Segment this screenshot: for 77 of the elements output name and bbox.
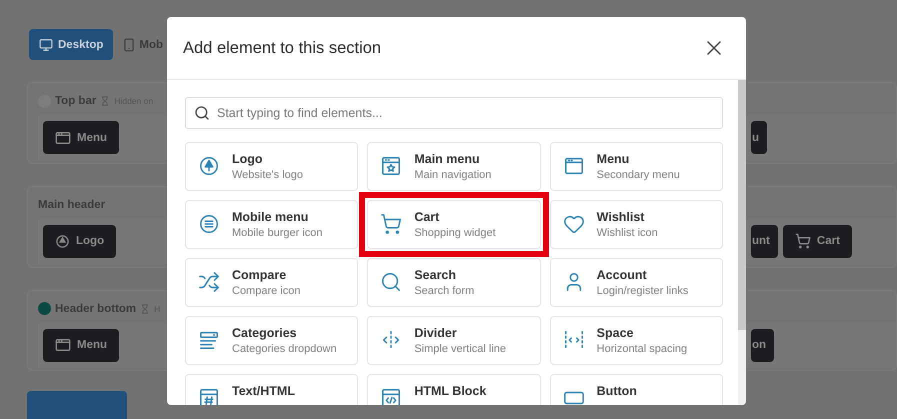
- window-icon: [562, 155, 585, 177]
- element-card[interactable]: Logo Website's logo: [185, 142, 358, 191]
- element-description: Search form: [414, 285, 474, 297]
- element-card[interactable]: Button: [550, 374, 723, 405]
- element-title: Compare: [232, 268, 288, 282]
- element-description: Horizontal spacing: [596, 343, 688, 355]
- element-card[interactable]: HTML Block: [367, 374, 541, 405]
- device-tab[interactable]: Desktop: [29, 29, 114, 60]
- element-chip[interactable]: Logo: [43, 224, 116, 258]
- categories-icon: [198, 329, 220, 351]
- element-title: Categories: [232, 326, 298, 340]
- element-card[interactable]: Space Horizontal spacing: [550, 316, 723, 365]
- element-card[interactable]: Main menu Main navigation: [367, 142, 541, 191]
- element-chip[interactable]: Menu: [43, 328, 120, 362]
- element-description: Simple vertical line: [414, 343, 506, 355]
- element-description: Mobile burger icon: [232, 227, 322, 239]
- element-title: Account: [596, 268, 648, 282]
- cart-icon: [794, 233, 811, 250]
- element-title: Cart: [414, 210, 440, 224]
- element-description: Login/register links: [596, 285, 688, 297]
- element-chip[interactable]: on: [751, 328, 774, 362]
- code-window-icon: [380, 387, 402, 405]
- element-description: Main navigation: [414, 169, 492, 181]
- spacing-icon: [562, 329, 585, 351]
- cart-icon: [380, 213, 402, 235]
- logo-icon: [55, 234, 70, 249]
- section-title: Header bottom: [55, 302, 136, 315]
- element-title: Wishlist: [596, 210, 646, 224]
- element-title: Mobile menu: [232, 210, 310, 224]
- hash-window-icon: [198, 387, 220, 405]
- search-icon: [380, 271, 402, 293]
- element-title: Menu: [596, 152, 630, 166]
- search-field[interactable]: Start typing to find elements...: [185, 97, 723, 129]
- element-card[interactable]: Cart Shopping widget: [367, 200, 541, 249]
- element-chip[interactable]: unt: [751, 224, 778, 258]
- dialog-title: Add element to this section: [183, 38, 382, 58]
- heart-icon: [562, 213, 585, 235]
- element-description: Wishlist icon: [596, 227, 658, 239]
- element-card[interactable]: Categories Categories dropdown: [185, 316, 358, 365]
- element-title: Button: [596, 384, 637, 398]
- element-card[interactable]: Search Search form: [367, 258, 541, 307]
- element-description: Compare icon: [232, 285, 300, 297]
- scrollbar[interactable]: [738, 80, 746, 405]
- element-title: Text/HTML: [232, 384, 295, 398]
- element-card[interactable]: Text/HTML: [185, 374, 358, 405]
- search-icon: [194, 105, 210, 121]
- monitor-icon: [39, 38, 53, 52]
- element-description: Shopping widget: [414, 227, 496, 239]
- hourglass-icon: [100, 96, 110, 106]
- element-card[interactable]: Wishlist Wishlist icon: [550, 200, 723, 249]
- element-chip[interactable]: Cart: [782, 224, 852, 258]
- element-description: Secondary menu: [596, 169, 680, 181]
- element-chip[interactable]: u: [751, 121, 768, 154]
- element-title: Search: [414, 268, 458, 282]
- add-button[interactable]: [27, 391, 127, 419]
- element-card[interactable]: Account Login/register links: [550, 258, 723, 307]
- section-title: Main header: [38, 198, 106, 211]
- element-card[interactable]: Mobile menu Mobile burger icon: [185, 200, 358, 249]
- window-icon: [55, 130, 71, 146]
- window-icon: [55, 337, 71, 354]
- phone-icon: [122, 38, 136, 52]
- element-title: HTML Block: [414, 384, 486, 398]
- element-title: Divider: [414, 326, 458, 340]
- section-title: Top bar: [55, 95, 96, 107]
- element-chip[interactable]: Menu: [43, 121, 120, 154]
- logo-icon: [198, 155, 220, 177]
- element-title: Main menu: [414, 152, 481, 166]
- list-circle-icon: [198, 213, 220, 235]
- element-card[interactable]: Divider Simple vertical line: [367, 316, 541, 365]
- hourglass-icon: [140, 304, 150, 314]
- shuffle-icon: [198, 271, 220, 293]
- element-description: Website's logo: [232, 169, 303, 181]
- element-title: Logo: [232, 152, 264, 166]
- element-title: Space: [596, 326, 634, 340]
- element-card[interactable]: Compare Compare icon: [185, 258, 358, 307]
- element-card[interactable]: Menu Secondary menu: [550, 142, 723, 191]
- element-description: Categories dropdown: [232, 343, 337, 355]
